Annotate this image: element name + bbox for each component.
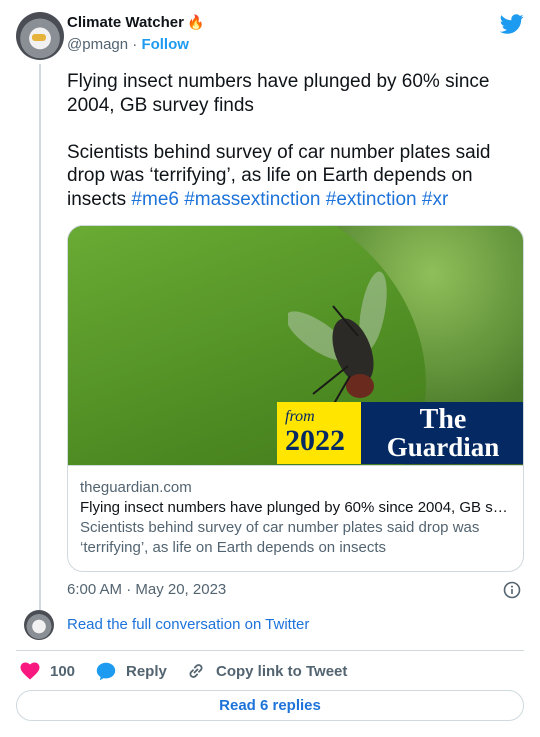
follow-button[interactable]: Follow xyxy=(141,36,189,53)
guardian-logo-line2: Guardian xyxy=(386,432,500,462)
hashtag-massextinction[interactable]: #massextinction xyxy=(184,189,320,210)
conversation-avatar xyxy=(24,610,54,640)
fire-emoji-icon: 🔥 xyxy=(186,14,205,30)
badge-year: 2022 xyxy=(285,424,345,457)
tweet-paragraph-2: Scientists behind survey of car number p… xyxy=(67,141,517,212)
tweet-paragraph-1: Flying insect numbers have plunged by 60… xyxy=(67,71,490,116)
author-handle-line: @pmagn · Follow xyxy=(67,36,189,53)
tweet-text: Flying insect numbers have plunged by 60… xyxy=(67,70,517,211)
thread-line xyxy=(39,64,41,610)
fly-image-icon xyxy=(288,271,387,415)
author-name[interactable]: Climate Watcher 🔥 xyxy=(67,14,204,31)
link-card[interactable]: from 2022 The Guardian theguardian.com F… xyxy=(67,225,524,572)
handle-separator: · xyxy=(132,36,138,53)
tweet-header: Climate Watcher 🔥 @pmagn · Follow xyxy=(16,12,524,60)
reply-icon xyxy=(96,662,116,680)
divider xyxy=(16,650,524,651)
guardian-logo-line1: The xyxy=(419,404,467,435)
heart-icon xyxy=(20,662,40,680)
read-replies-button[interactable]: Read 6 replies xyxy=(16,690,524,721)
tweet-timestamp[interactable]: 6:00 AM · May 20, 2023 xyxy=(67,581,226,598)
info-icon[interactable] xyxy=(503,581,521,599)
twitter-bird-icon[interactable] xyxy=(500,12,524,36)
like-button[interactable]: 100 xyxy=(20,660,75,682)
card-description: Scientists behind survey of car number p… xyxy=(80,519,480,556)
reply-label: Reply xyxy=(126,662,167,680)
reply-button[interactable]: Reply xyxy=(96,660,167,682)
conversation-row[interactable]: Read the full conversation on Twitter xyxy=(16,608,524,642)
hashtag-me6[interactable]: #me6 xyxy=(131,189,179,210)
hashtag-extinction[interactable]: #extinction xyxy=(326,189,417,210)
author-name-text: Climate Watcher xyxy=(67,14,184,31)
likes-count: 100 xyxy=(50,662,76,680)
read-conversation-link[interactable]: Read the full conversation on Twitter xyxy=(67,616,309,633)
tweet-actions: 100 Reply Copy link to Tweet xyxy=(16,660,524,682)
author-handle[interactable]: @pmagn xyxy=(67,36,128,53)
card-meta: theguardian.com Flying insect numbers ha… xyxy=(68,465,523,558)
copy-link-label: Copy link to Tweet xyxy=(216,662,348,680)
link-icon xyxy=(189,664,203,678)
guardian-from-badge: from 2022 xyxy=(277,402,361,464)
author-avatar[interactable] xyxy=(16,12,64,60)
guardian-logo: The Guardian xyxy=(361,402,523,464)
card-image[interactable]: from 2022 The Guardian xyxy=(68,226,523,465)
copy-link-button[interactable]: Copy link to Tweet xyxy=(186,660,347,682)
hashtag-xr[interactable]: #xr xyxy=(422,189,448,210)
card-domain: theguardian.com xyxy=(80,479,192,496)
card-title: Flying insect numbers have plunged by 60… xyxy=(80,499,511,516)
